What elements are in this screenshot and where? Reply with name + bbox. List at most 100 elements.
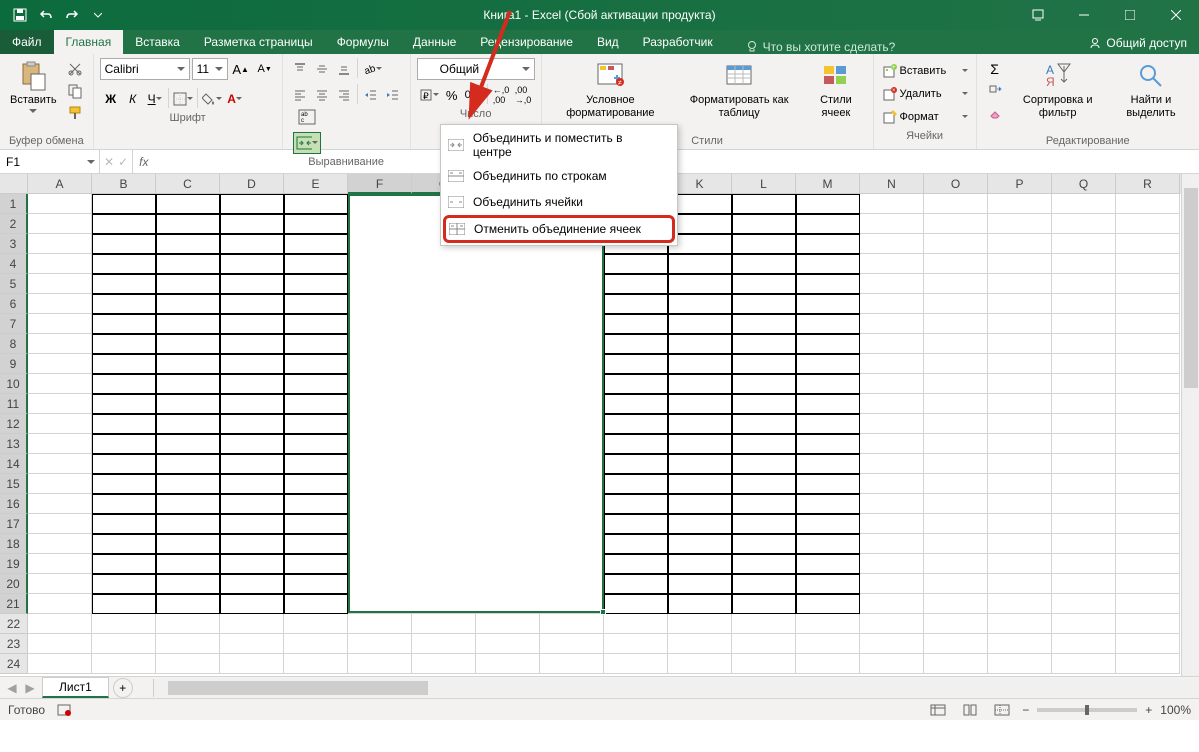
row-header-12[interactable]: 12 [0, 414, 28, 434]
decrease-font-button[interactable]: A▼ [254, 58, 276, 80]
font-name-combo[interactable]: Calibri [100, 58, 190, 80]
font-size-combo[interactable]: 11 [192, 58, 228, 80]
align-left-button[interactable] [289, 84, 311, 106]
zoom-in-button[interactable]: + [1145, 703, 1152, 717]
sheet-nav-prev[interactable]: ◀ [4, 680, 20, 696]
format-painter-button[interactable] [63, 102, 87, 124]
redo-button[interactable] [60, 3, 84, 27]
bold-button[interactable]: Ж [100, 88, 122, 110]
orientation-button[interactable]: ab [360, 58, 384, 80]
col-header-P[interactable]: P [988, 174, 1052, 194]
row-header-20[interactable]: 20 [0, 574, 28, 594]
copy-button[interactable] [63, 80, 87, 102]
col-header-Q[interactable]: Q [1052, 174, 1116, 194]
delete-cells-button[interactable]: ×Удалить [880, 83, 970, 105]
row-header-21[interactable]: 21 [0, 594, 28, 614]
row-header-15[interactable]: 15 [0, 474, 28, 494]
align-middle-button[interactable] [311, 58, 333, 80]
col-header-M[interactable]: M [796, 174, 860, 194]
row-header-7[interactable]: 7 [0, 314, 28, 334]
fill-color-button[interactable] [200, 88, 224, 110]
format-cells-button[interactable]: Формат [880, 106, 970, 128]
col-header-L[interactable]: L [732, 174, 796, 194]
col-header-F[interactable]: F [348, 174, 412, 194]
tell-me-search[interactable]: Что вы хотите сделать? [745, 40, 896, 54]
ribbon-options-button[interactable] [1015, 0, 1061, 30]
tab-developer[interactable]: Разработчик [631, 30, 725, 54]
borders-button[interactable] [171, 88, 195, 110]
name-box-input[interactable] [6, 155, 76, 169]
qat-customize[interactable] [86, 3, 110, 27]
col-header-B[interactable]: B [92, 174, 156, 194]
row-header-11[interactable]: 11 [0, 394, 28, 414]
find-select-button[interactable]: Найти и выделить [1109, 58, 1193, 133]
conditional-formatting-button[interactable]: ≠ Условное форматирование [548, 58, 673, 133]
enter-fx-button[interactable]: ✓ [118, 155, 128, 169]
align-top-button[interactable] [289, 58, 311, 80]
row-header-10[interactable]: 10 [0, 374, 28, 394]
maximize-button[interactable] [1107, 0, 1153, 30]
zoom-slider[interactable] [1037, 708, 1137, 712]
row-header-4[interactable]: 4 [0, 254, 28, 274]
col-header-E[interactable]: E [284, 174, 348, 194]
macro-record-icon[interactable] [57, 703, 73, 717]
cells-grid[interactable] [28, 194, 1181, 676]
horizontal-scrollbar[interactable] [153, 679, 1199, 697]
add-sheet-button[interactable]: + [113, 678, 133, 698]
row-header-24[interactable]: 24 [0, 654, 28, 674]
tab-formulas[interactable]: Формулы [325, 30, 401, 54]
row-header-23[interactable]: 23 [0, 634, 28, 654]
tab-view[interactable]: Вид [585, 30, 631, 54]
col-header-C[interactable]: C [156, 174, 220, 194]
row-header-6[interactable]: 6 [0, 294, 28, 314]
cancel-fx-button[interactable]: ✕ [104, 155, 114, 169]
row-header-2[interactable]: 2 [0, 214, 28, 234]
paste-button[interactable]: Вставить [6, 58, 61, 133]
undo-button[interactable] [34, 3, 58, 27]
row-header-5[interactable]: 5 [0, 274, 28, 294]
align-bottom-button[interactable] [333, 58, 355, 80]
col-header-A[interactable]: A [28, 174, 92, 194]
zoom-out-button[interactable]: − [1022, 703, 1029, 717]
row-header-9[interactable]: 9 [0, 354, 28, 374]
cut-button[interactable] [63, 58, 87, 80]
vertical-scrollbar[interactable] [1181, 174, 1199, 676]
tab-page-layout[interactable]: Разметка страницы [192, 30, 325, 54]
col-header-R[interactable]: R [1116, 174, 1180, 194]
row-header-18[interactable]: 18 [0, 534, 28, 554]
page-break-view-button[interactable] [990, 701, 1014, 719]
row-header-3[interactable]: 3 [0, 234, 28, 254]
row-header-16[interactable]: 16 [0, 494, 28, 514]
zoom-level[interactable]: 100% [1160, 703, 1191, 717]
col-header-N[interactable]: N [860, 174, 924, 194]
row-header-1[interactable]: 1 [0, 194, 28, 214]
normal-view-button[interactable] [926, 701, 950, 719]
insert-cells-button[interactable]: +Вставить [880, 60, 970, 82]
col-header-O[interactable]: O [924, 174, 988, 194]
minimize-button[interactable] [1061, 0, 1107, 30]
row-header-19[interactable]: 19 [0, 554, 28, 574]
align-center-button[interactable] [311, 84, 333, 106]
file-tab[interactable]: Файл [0, 30, 54, 54]
clear-button[interactable] [983, 102, 1007, 124]
col-header-D[interactable]: D [220, 174, 284, 194]
row-header-13[interactable]: 13 [0, 434, 28, 454]
sheet-tab-1[interactable]: Лист1 [42, 677, 109, 698]
close-button[interactable] [1153, 0, 1199, 30]
merge-across-menu-item[interactable]: Объединить по строкам [443, 163, 675, 189]
font-color-button[interactable]: А [224, 88, 246, 110]
wrap-text-button[interactable]: abc [293, 106, 321, 128]
fill-button[interactable] [983, 80, 1007, 102]
row-header-17[interactable]: 17 [0, 514, 28, 534]
tab-home[interactable]: Главная [54, 30, 124, 54]
select-all-corner[interactable] [0, 174, 28, 194]
sort-filter-button[interactable]: АЯ Сортировка и фильтр [1009, 58, 1107, 133]
row-header-22[interactable]: 22 [0, 614, 28, 634]
format-as-table-button[interactable]: Форматировать как таблицу [675, 58, 803, 133]
autosum-button[interactable]: Σ [983, 58, 1007, 80]
cell-styles-button[interactable]: Стили ячеек [805, 58, 866, 133]
align-right-button[interactable] [333, 84, 355, 106]
sheet-nav-next[interactable]: ▶ [22, 680, 38, 696]
row-header-14[interactable]: 14 [0, 454, 28, 474]
accounting-format-button[interactable]: ₽ [417, 84, 441, 106]
